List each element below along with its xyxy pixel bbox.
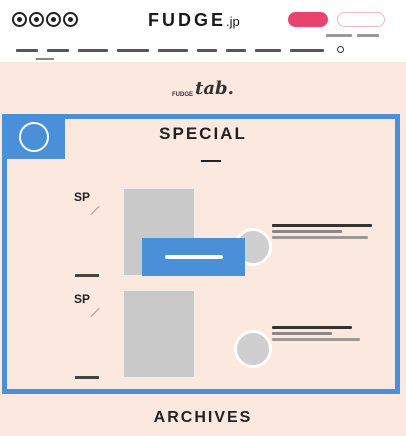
nav-item[interactable]: [16, 49, 38, 52]
site-logo[interactable]: FUDGE.jp: [148, 10, 240, 31]
tab-section-logo: FUDGE tab.: [172, 78, 234, 99]
tab-logo-brand: FUDGE: [172, 92, 193, 98]
overlay-label-bar: [164, 255, 223, 259]
nav-item[interactable]: [47, 49, 69, 52]
main-nav: [16, 46, 344, 53]
header-secondary-button[interactable]: [337, 12, 385, 27]
nav-item[interactable]: [78, 49, 108, 52]
overlay-label: [142, 238, 245, 276]
social-icon[interactable]: [46, 12, 61, 27]
breadcrumb[interactable]: [36, 58, 54, 60]
social-icon[interactable]: [12, 12, 27, 27]
header-links: [326, 34, 379, 37]
archives-section-title: ARCHIVES: [153, 409, 253, 426]
header-link[interactable]: [357, 34, 379, 37]
nav-item[interactable]: [226, 49, 246, 52]
nav-item[interactable]: [197, 49, 217, 52]
header-primary-button[interactable]: [288, 12, 328, 27]
nav-item[interactable]: [255, 49, 281, 52]
site-header: FUDGE.jp: [0, 0, 406, 62]
social-links: [12, 12, 78, 27]
header-link[interactable]: [326, 34, 352, 37]
site-logo-suffix: .jp: [226, 14, 240, 29]
badge-ring: [18, 121, 49, 152]
nav-item[interactable]: [117, 49, 149, 52]
nav-item[interactable]: [290, 49, 324, 52]
social-icon[interactable]: [63, 12, 78, 27]
search-icon[interactable]: [337, 46, 344, 53]
tab-logo-script: tab.: [195, 78, 234, 99]
nav-item[interactable]: [158, 49, 188, 52]
site-logo-text: FUDGE: [148, 10, 226, 30]
social-icon[interactable]: [29, 12, 44, 27]
number-badge: [2, 114, 65, 159]
